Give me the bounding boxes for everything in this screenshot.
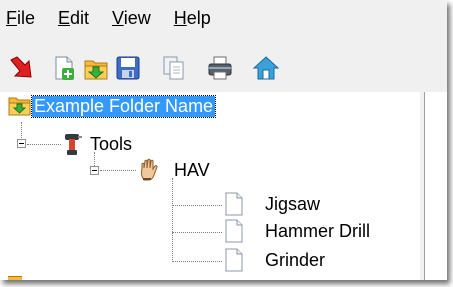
home-button[interactable]: [250, 52, 282, 84]
hand-icon: [140, 158, 158, 181]
folder-icon: [8, 97, 31, 116]
tree-node-jigsaw[interactable]: Jigsaw: [225, 192, 320, 216]
tree-node-label: HAV: [174, 159, 210, 180]
tree-connector: [172, 261, 222, 262]
document-icon: [225, 192, 243, 216]
menu-bar: File Edit View Help: [0, 0, 447, 36]
copy-button[interactable]: [158, 52, 190, 84]
tree-view: Example Folder Name Tools HAV Jigsaw Ham…: [0, 92, 420, 280]
new-document-button[interactable]: [48, 52, 80, 84]
tree-node-root[interactable]: Example Folder Name: [8, 94, 217, 118]
hav-collapse-toggle[interactable]: [90, 166, 99, 175]
menu-view[interactable]: View: [112, 8, 151, 29]
print-icon: [208, 56, 232, 80]
tree-node-hammer-drill[interactable]: Hammer Drill: [225, 219, 370, 243]
document-icon: [225, 219, 243, 243]
open-folder-button[interactable]: [80, 52, 112, 84]
menu-help[interactable]: Help: [174, 8, 211, 29]
red-arrow-button[interactable]: [5, 52, 37, 84]
tree-connector: [172, 205, 222, 206]
app-window: File Edit View Help Example Folder Name …: [0, 0, 447, 280]
tree-connector: [172, 178, 173, 262]
tree-node-grinder[interactable]: Grinder: [225, 248, 325, 272]
print-button[interactable]: [204, 52, 236, 84]
details-pane: [424, 92, 447, 280]
folder-icon: [8, 276, 22, 280]
save-button[interactable]: [112, 52, 144, 84]
tools-collapse-toggle[interactable]: [17, 139, 26, 148]
tree-node-label: Tools: [90, 133, 133, 154]
red-arrow-icon: [10, 56, 32, 78]
tree-node-tools[interactable]: Tools: [62, 132, 132, 156]
toolbar: [0, 52, 447, 92]
tree-node-label: Hammer Drill: [265, 220, 370, 241]
save-icon: [116, 56, 140, 80]
drill-icon: [65, 134, 82, 155]
menu-edit[interactable]: Edit: [58, 8, 89, 29]
tree-connector: [172, 232, 222, 233]
tree-node-label: Grinder: [265, 249, 326, 270]
tree-node-label: Jigsaw: [265, 193, 321, 214]
menu-file[interactable]: File: [6, 8, 35, 29]
tree-connector: [27, 144, 61, 145]
copy-icon: [163, 56, 184, 80]
open-folder-icon: [84, 60, 108, 80]
new-document-icon: [55, 56, 74, 80]
tree-node-label: Example Folder Name: [30, 94, 217, 118]
tree-node-hav[interactable]: HAV: [138, 158, 210, 182]
tree-connector: [100, 170, 136, 171]
document-icon: [225, 248, 243, 272]
home-icon: [252, 56, 280, 80]
